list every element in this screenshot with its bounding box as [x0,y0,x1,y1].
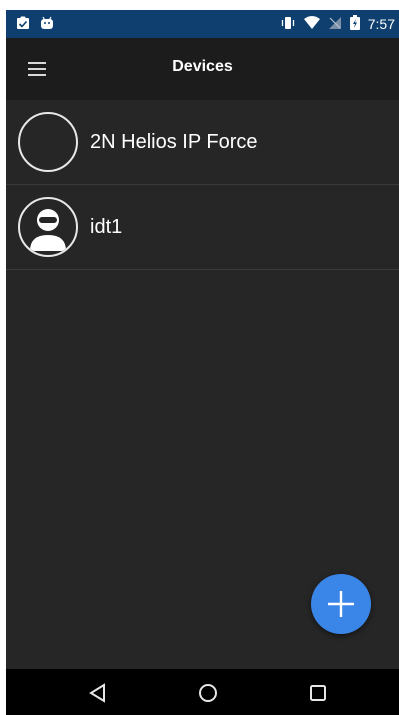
vibrate-icon [280,16,296,33]
home-circle-icon[interactable] [196,681,220,705]
clipboard-check-icon [16,16,30,33]
device-name: 2N Helios IP Force [90,130,258,153]
device-avatar-empty [18,112,78,172]
page-title: Devices [172,58,233,75]
device-name: idt1 [90,215,123,238]
status-bar-left-icons [16,16,54,33]
battery-charging-icon [349,15,360,33]
device-list-item-2n-helios-ip-force[interactable]: 2N Helios IP Force [6,100,399,185]
status-bar-time: 7:57 [367,16,395,32]
add-device-button[interactable] [311,574,371,634]
plus-icon [328,591,354,617]
device-list-item-idt1[interactable]: idt1 [6,185,399,270]
navigation-bar [6,669,399,715]
device-list: 2N Helios IP Force idt1 [6,100,399,270]
user-avatar-icon [18,197,78,257]
back-triangle-icon[interactable] [86,681,110,705]
status-bar: 7:57 [6,10,399,38]
no-signal-icon [328,16,342,33]
device-screen: 7:57 Devices 2N Helios IP Force idt1 [6,10,399,715]
wifi-icon [303,15,320,33]
status-bar-right-icons: 7:57 [280,15,395,33]
recents-square-icon[interactable] [306,681,330,705]
android-icon [40,16,54,33]
app-bar: Devices [6,38,399,100]
